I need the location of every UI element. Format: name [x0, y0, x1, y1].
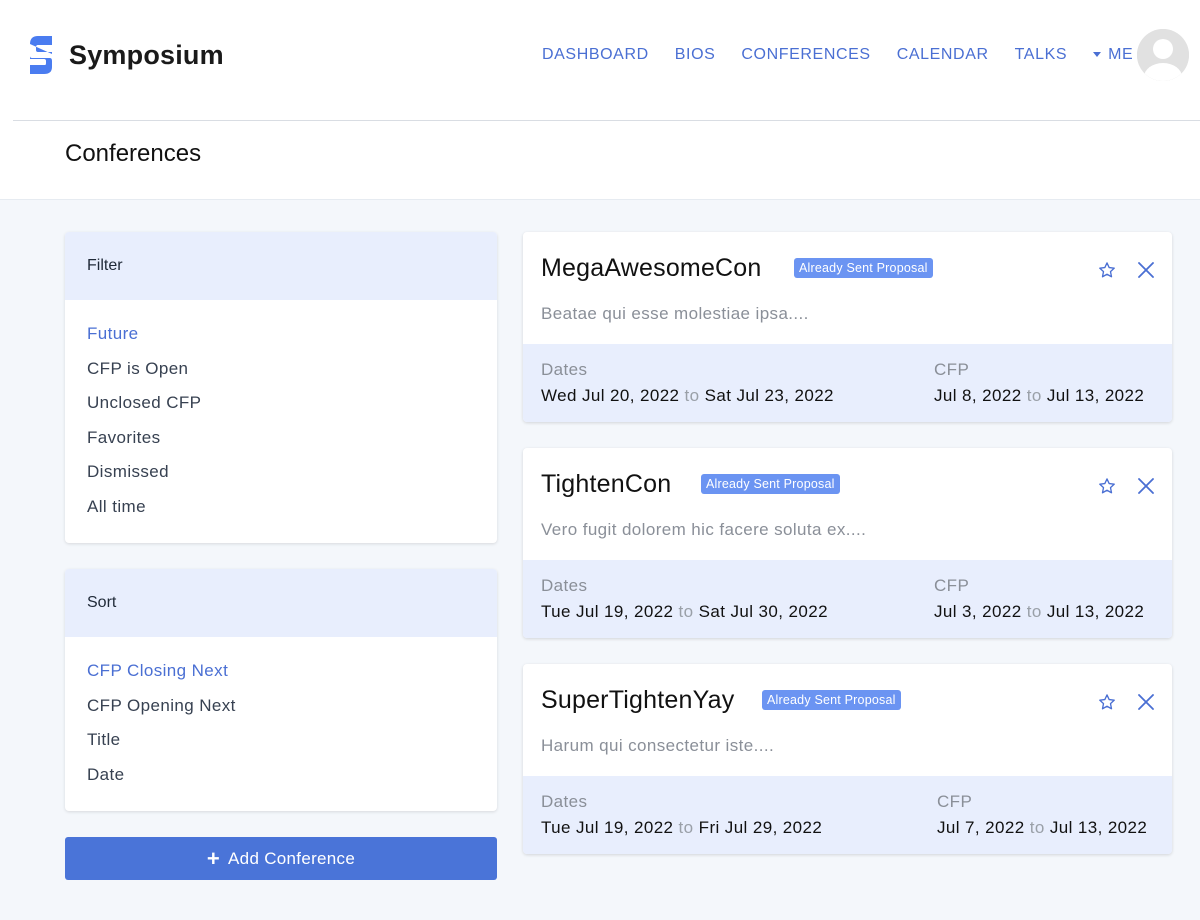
sort-item-title[interactable]: Title: [87, 728, 475, 763]
nav-bios[interactable]: BIOS: [675, 45, 716, 65]
dates-start: Tue Jul 19, 2022: [541, 602, 674, 621]
conference-card: MegaAwesomeCon Already Sent Proposal Bea…: [523, 232, 1172, 422]
dates-start: Tue Jul 19, 2022: [541, 818, 674, 837]
sort-list: CFP Closing Next CFP Opening Next Title …: [65, 637, 497, 811]
conference-title[interactable]: TightenCon: [541, 470, 671, 499]
dates-end: Fri Jul 29, 2022: [698, 818, 823, 837]
status-badge: Already Sent Proposal: [794, 258, 933, 278]
conference-title[interactable]: SuperTightenYay: [541, 686, 734, 715]
brand-name: Symposium: [69, 39, 224, 70]
cfp-value: Jul 7, 2022 to Jul 13, 2022: [937, 817, 1147, 839]
avatar-placeholder-icon: [1137, 29, 1189, 81]
cfp-start: Jul 3, 2022: [934, 602, 1022, 621]
nav-conferences[interactable]: CONFERENCES: [741, 45, 870, 65]
dates-column: Dates Tue Jul 19, 2022 to Sat Jul 30, 20…: [541, 575, 828, 623]
brand[interactable]: Symposium: [28, 34, 224, 76]
conference-footer: Dates Wed Jul 20, 2022 to Sat Jul 23, 20…: [523, 344, 1172, 422]
sort-item-date[interactable]: Date: [87, 763, 475, 798]
conference-card: SuperTightenYay Already Sent Proposal Ha…: [523, 664, 1172, 854]
favorite-button[interactable]: [1097, 260, 1117, 280]
dates-label: Dates: [541, 360, 588, 379]
star-outline-icon: [1099, 478, 1115, 494]
favorite-button[interactable]: [1097, 476, 1117, 496]
favorite-button[interactable]: [1097, 692, 1117, 712]
star-outline-icon: [1099, 694, 1115, 710]
main-nav: DASHBOARD BIOS CONFERENCES CALENDAR TALK…: [542, 45, 1133, 65]
dismiss-button[interactable]: [1136, 260, 1156, 280]
conference-card: TightenCon Already Sent Proposal Vero fu…: [523, 448, 1172, 638]
cfp-column: CFP Jul 7, 2022 to Jul 13, 2022: [937, 791, 1147, 839]
cfp-end: Jul 13, 2022: [1046, 602, 1145, 621]
nav-calendar[interactable]: CALENDAR: [897, 45, 989, 65]
cfp-value: Jul 8, 2022 to Jul 13, 2022: [934, 385, 1144, 407]
filter-item-favorites[interactable]: Favorites: [87, 426, 475, 461]
cfp-label: CFP: [934, 576, 970, 595]
to-separator: to: [678, 818, 694, 837]
sort-panel: Sort CFP Closing Next CFP Opening Next T…: [65, 569, 497, 811]
dates-end: Sat Jul 23, 2022: [704, 386, 834, 405]
status-badge: Already Sent Proposal: [701, 474, 840, 494]
cfp-value: Jul 3, 2022 to Jul 13, 2022: [934, 601, 1144, 623]
cfp-label: CFP: [937, 792, 973, 811]
cfp-start: Jul 8, 2022: [934, 386, 1022, 405]
conference-footer: Dates Tue Jul 19, 2022 to Sat Jul 30, 20…: [523, 560, 1172, 638]
conference-description: Vero fugit dolorem hic facere soluta ex.…: [541, 520, 867, 539]
cfp-column: CFP Jul 8, 2022 to Jul 13, 2022: [934, 359, 1144, 407]
dates-label: Dates: [541, 576, 588, 595]
to-separator: to: [1029, 818, 1045, 837]
filter-panel: Filter Future CFP is Open Unclosed CFP F…: [65, 232, 497, 543]
caret-down-icon: [1093, 51, 1102, 57]
cfp-column: CFP Jul 3, 2022 to Jul 13, 2022: [934, 575, 1144, 623]
filter-item-future[interactable]: Future: [87, 322, 475, 357]
filter-item-cfp-open[interactable]: CFP is Open: [87, 357, 475, 392]
nav-talks[interactable]: TALKS: [1015, 45, 1068, 65]
cfp-start: Jul 7, 2022: [937, 818, 1025, 837]
filter-heading: Filter: [65, 232, 497, 300]
dates-end: Sat Jul 30, 2022: [698, 602, 828, 621]
dates-value: Tue Jul 19, 2022 to Fri Jul 29, 2022: [541, 817, 822, 839]
star-outline-icon: [1099, 262, 1115, 278]
top-header: Symposium DASHBOARD BIOS CONFERENCES CAL…: [0, 0, 1200, 121]
cfp-label: CFP: [934, 360, 970, 379]
to-separator: to: [678, 602, 694, 621]
dismiss-button[interactable]: [1136, 476, 1156, 496]
symposium-logo-icon: [28, 34, 53, 76]
filter-list: Future CFP is Open Unclosed CFP Favorite…: [65, 300, 497, 543]
sort-item-cfp-opening-next[interactable]: CFP Opening Next: [87, 694, 475, 729]
filter-item-dismissed[interactable]: Dismissed: [87, 460, 475, 495]
nav-dashboard[interactable]: DASHBOARD: [542, 45, 649, 65]
dates-column: Dates Wed Jul 20, 2022 to Sat Jul 23, 20…: [541, 359, 834, 407]
status-badge: Already Sent Proposal: [762, 690, 901, 710]
dismiss-button[interactable]: [1136, 692, 1156, 712]
close-x-icon: [1138, 478, 1154, 494]
conference-footer: Dates Tue Jul 19, 2022 to Fri Jul 29, 20…: [523, 776, 1172, 854]
cfp-end: Jul 13, 2022: [1049, 818, 1148, 837]
to-separator: to: [1026, 386, 1042, 405]
close-x-icon: [1138, 694, 1154, 710]
add-conference-button[interactable]: + Add Conference: [65, 837, 497, 880]
conference-title[interactable]: MegaAwesomeCon: [541, 254, 762, 283]
nav-me-dropdown[interactable]: ME: [1093, 46, 1133, 64]
to-separator: to: [684, 386, 700, 405]
dates-value: Wed Jul 20, 2022 to Sat Jul 23, 2022: [541, 385, 834, 407]
page-title: Conferences: [65, 140, 202, 167]
close-x-icon: [1138, 262, 1154, 278]
filter-item-all-time[interactable]: All time: [87, 495, 475, 530]
dates-start: Wed Jul 20, 2022: [541, 386, 680, 405]
cfp-end: Jul 13, 2022: [1046, 386, 1145, 405]
filter-item-unclosed-cfp[interactable]: Unclosed CFP: [87, 391, 475, 426]
dates-label: Dates: [541, 792, 588, 811]
avatar[interactable]: [1137, 29, 1189, 81]
plus-icon: +: [206, 845, 221, 871]
sort-item-cfp-closing-next[interactable]: CFP Closing Next: [87, 659, 475, 694]
sort-heading: Sort: [65, 569, 497, 637]
dates-value: Tue Jul 19, 2022 to Sat Jul 30, 2022: [541, 601, 828, 623]
to-separator: to: [1026, 602, 1042, 621]
conference-description: Harum qui consectetur iste....: [541, 736, 775, 755]
dates-column: Dates Tue Jul 19, 2022 to Fri Jul 29, 20…: [541, 791, 822, 839]
nav-me-label: ME: [1108, 46, 1134, 63]
add-conference-label: Add Conference: [228, 848, 356, 868]
conference-description: Beatae qui esse molestiae ipsa....: [541, 304, 809, 323]
